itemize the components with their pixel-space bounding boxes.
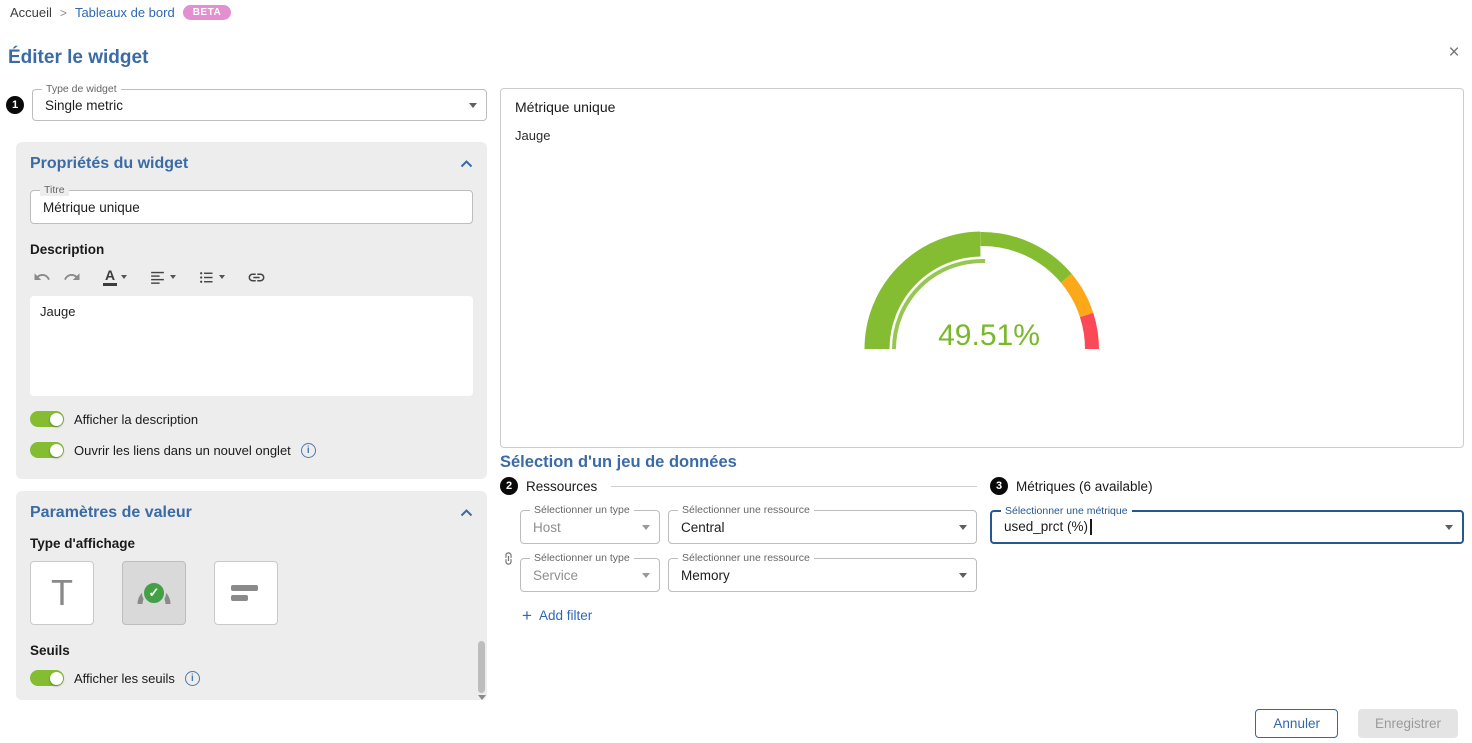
resource-row: Sélectionner un type Service Sélectionne… [520,558,977,592]
chevron-down-icon [469,103,477,108]
bullet-list-icon[interactable] [195,265,228,289]
undo-icon[interactable] [30,265,54,289]
value-settings-heading: Paramètres de valeur [30,504,192,522]
chevron-down-icon [959,525,967,530]
align-left-icon[interactable] [146,265,179,289]
open-links-label: Ouvrir les liens dans un nouvel onglet [74,443,291,458]
open-links-new-tab-toggle[interactable] [30,442,64,458]
resources-section: 2 Ressources Sélectionner un type Host S… [500,477,977,623]
thresholds-info-icon[interactable]: i [185,671,200,686]
breadcrumb-home-link[interactable]: Accueil [10,5,52,20]
preview-title: Métrique unique [515,99,1449,115]
add-filter-button[interactable]: + Add filter [522,608,977,623]
collapse-value-settings-icon[interactable] [460,509,473,517]
show-description-label: Afficher la description [74,412,198,427]
breadcrumb-separator: > [60,6,67,20]
metric-select[interactable]: Sélectionner une métrique used_prct (%) [990,510,1464,544]
add-filter-label: Add filter [539,608,592,623]
widget-type-value: Single metric [45,98,123,113]
resource-select-memory[interactable]: Sélectionner une ressource Memory [668,558,977,592]
widget-properties-panel: Propriétés du widget Titre Métrique uniq… [16,142,487,479]
cancel-button[interactable]: Annuler [1255,709,1338,738]
collapse-properties-icon[interactable] [460,160,473,168]
chevron-down-icon [642,525,650,530]
selected-check-icon: ✓ [142,581,166,605]
thresholds-label: Seuils [30,643,473,658]
resources-label: Ressources [526,479,597,494]
plus-icon: + [522,609,532,623]
resource-type-value: Host [533,520,561,535]
scrollbar-thumb[interactable] [478,641,485,693]
breadcrumb: Accueil > Tableaux de bord BETA [10,5,231,20]
gauge-chart: 49.51% [515,143,1449,437]
resource-select-central[interactable]: Sélectionner une ressource Central [668,510,977,544]
resource-label: Sélectionner une ressource [678,552,814,564]
scrollbar-down-arrow-icon[interactable] [478,695,486,700]
resource-row: Sélectionner un type Host Sélectionner u… [520,510,977,544]
title-input-label: Titre [40,184,69,196]
metric-select-value: used_prct (%) [1004,519,1088,534]
description-label: Description [30,242,473,257]
info-icon[interactable]: i [301,443,316,458]
widget-type-select[interactable]: Type de widget Single metric [32,89,487,121]
dialog-footer: Annuler Enregistrer [1255,709,1458,738]
title-input-value: Métrique unique [43,200,140,215]
title-input[interactable]: Titre Métrique unique [30,190,473,224]
divider [611,486,977,487]
gauge-value: 49.51% [938,319,1040,352]
step-3-badge: 3 [990,477,1008,495]
resource-link-icon [500,510,516,606]
resource-value: Memory [681,568,730,583]
widget-type-row: 1 Type de widget Single metric [6,89,487,121]
dataset-heading: Sélection d'un jeu de données [500,453,737,472]
preview-subtitle: Jauge [515,128,1449,143]
text-display-icon: T [51,572,73,614]
metric-select-label: Sélectionner une métrique [1001,505,1132,517]
display-type-gauge-button[interactable]: ✓ [122,561,186,625]
display-type-bars-button[interactable] [214,561,278,625]
description-editor[interactable]: Jauge [30,296,473,396]
step-1-badge: 1 [6,96,24,114]
show-thresholds-label: Afficher les seuils [74,671,175,686]
resource-type-select-service[interactable]: Sélectionner un type Service [520,558,660,592]
resource-type-select-host[interactable]: Sélectionner un type Host [520,510,660,544]
description-toolbar: A [30,264,473,290]
bars-display-icon [231,583,261,603]
chevron-down-icon [1445,525,1453,530]
resource-type-label: Sélectionner un type [530,552,634,564]
widget-preview: Métrique unique Jauge 49.51% [500,88,1464,448]
redo-icon[interactable] [60,265,84,289]
breadcrumb-dashboards-link[interactable]: Tableaux de bord [75,5,175,20]
metrics-section: 3 Métriques (6 available) Sélectionner u… [990,477,1464,544]
show-description-row: Afficher la description [30,411,473,427]
display-type-label: Type d'affichage [30,536,473,551]
beta-badge: BETA [183,5,231,20]
show-thresholds-toggle[interactable] [30,670,64,686]
properties-heading: Propriétés du widget [30,155,188,173]
resource-label: Sélectionner une ressource [678,504,814,516]
link-icon[interactable] [244,265,269,289]
page-title: Éditer le widget [8,47,148,69]
display-type-options: T ✓ [30,561,473,625]
save-button[interactable]: Enregistrer [1358,709,1458,738]
resource-type-value: Service [533,568,578,583]
metrics-label: Métriques (6 available) [1016,479,1153,494]
text-color-icon[interactable]: A [100,265,130,289]
show-thresholds-row: Afficher les seuils i [30,670,473,686]
widget-type-label: Type de widget [42,83,121,95]
close-icon[interactable]: × [1442,41,1466,65]
chevron-down-icon [959,573,967,578]
display-type-text-button[interactable]: T [30,561,94,625]
step-2-badge: 2 [500,477,518,495]
open-links-row: Ouvrir les liens dans un nouvel onglet i [30,442,473,458]
chevron-down-icon [642,573,650,578]
value-settings-panel: Paramètres de valeur Type d'affichage T … [16,491,487,700]
resource-value: Central [681,520,725,535]
text-cursor [1090,519,1092,535]
show-description-toggle[interactable] [30,411,64,427]
resource-type-label: Sélectionner un type [530,504,634,516]
